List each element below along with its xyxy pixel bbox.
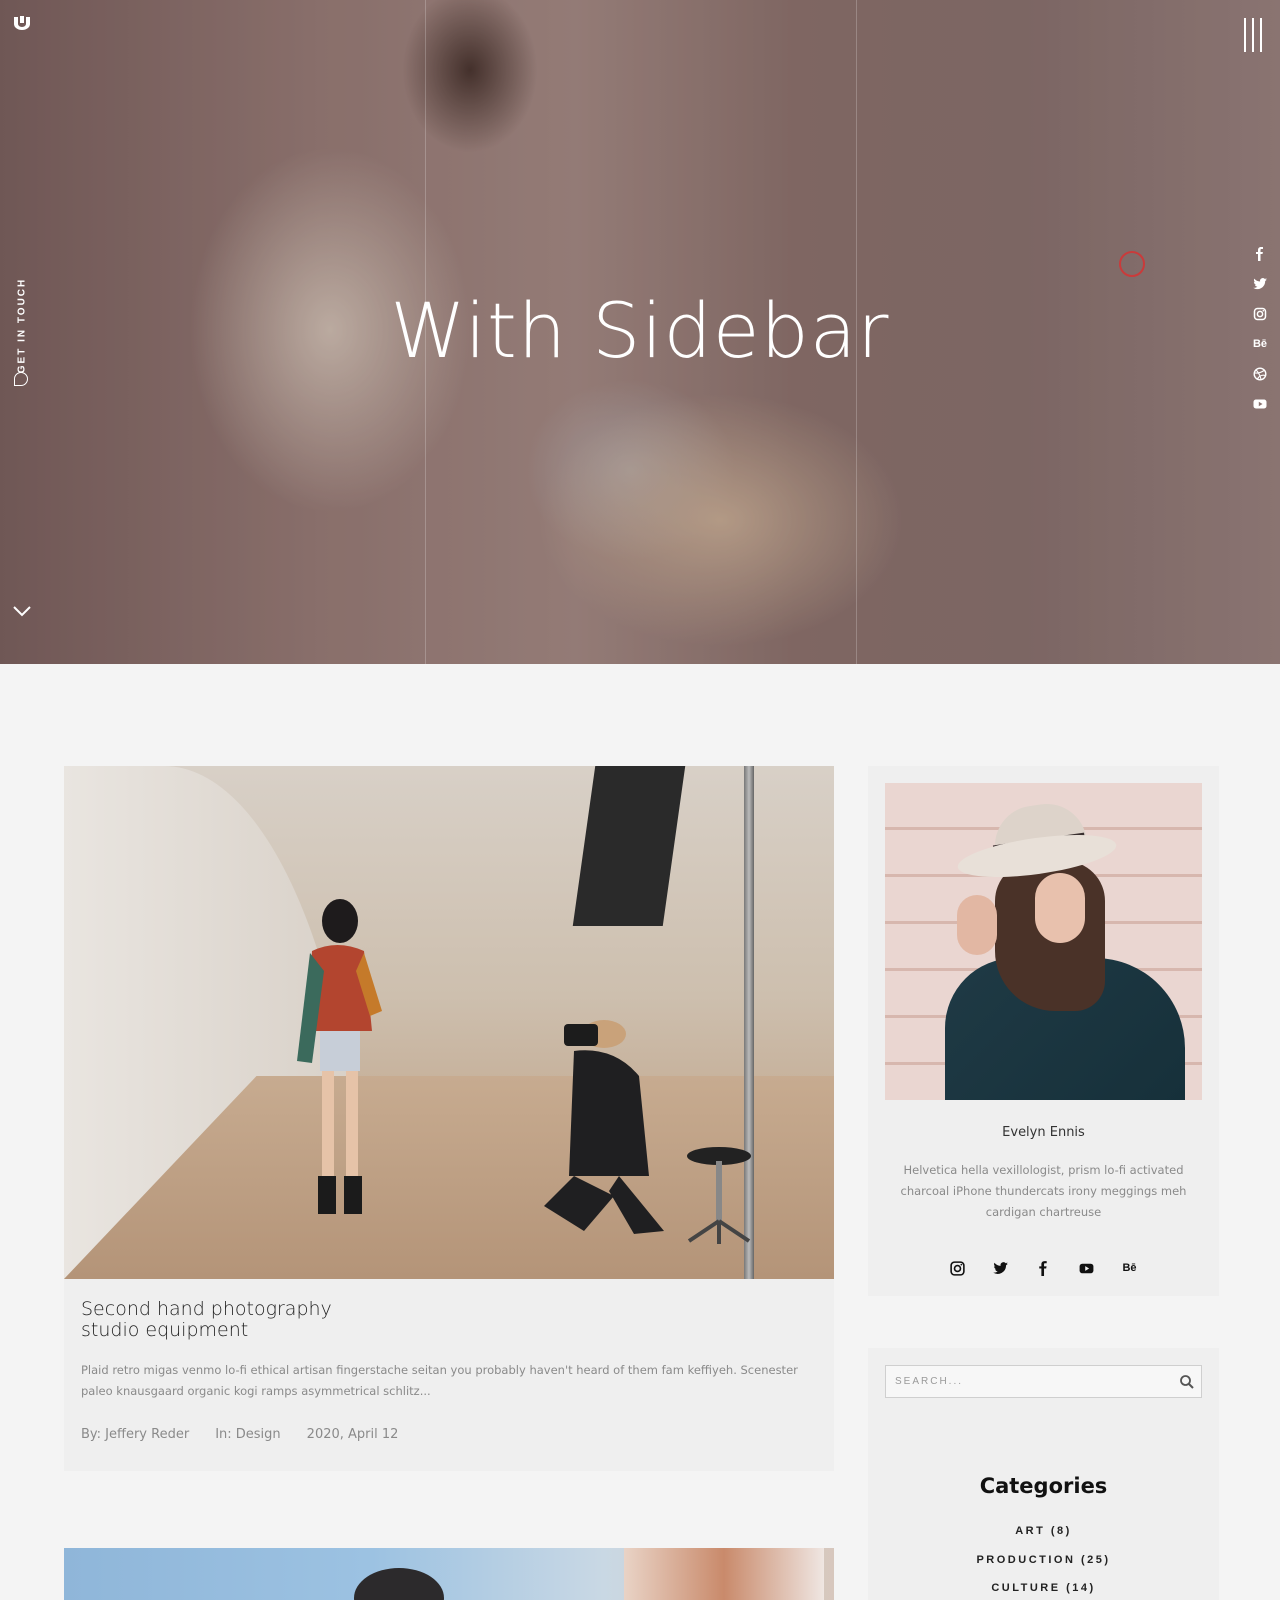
post-featured-image[interactable]: [64, 766, 834, 1279]
categories-title: Categories: [979, 1474, 1108, 1498]
chat-icon: [14, 372, 28, 386]
author-avatar: [885, 783, 1202, 1100]
hero-banner: GET IN TOUCH With Sidebar Bē: [0, 0, 1280, 664]
post-title-line: Second hand photography: [81, 1298, 332, 1320]
social-rail: Bē: [1252, 246, 1268, 426]
post-meta: By: Jeffery Reder In: Design 2020, April…: [81, 1427, 398, 1442]
dribbble-icon[interactable]: [1252, 366, 1268, 382]
search-categories-widget: Categories ART (8) PRODUCTION (25) CULTU…: [868, 1348, 1219, 1600]
cursor-ring: [1119, 251, 1145, 277]
facebook-icon[interactable]: [1035, 1260, 1052, 1277]
menu-bar: [1260, 18, 1262, 52]
next-post-artwork: [624, 1548, 824, 1600]
author-name: Evelyn Ennis: [1002, 1125, 1085, 1140]
author-hand: [957, 895, 997, 955]
get-in-touch-label: GET IN TOUCH: [16, 277, 28, 374]
author-bio: Helvetica hella vexillologist, prism lo-…: [900, 1163, 1187, 1219]
next-post-subject: [354, 1568, 444, 1600]
blog-post-card: Second hand photography studio equipment…: [64, 766, 834, 1471]
post-excerpt: Plaid retro migas venmo lo-fi ethical ar…: [81, 1363, 798, 1398]
menu-bar: [1244, 18, 1246, 52]
instagram-icon[interactable]: [1252, 306, 1268, 322]
youtube-icon[interactable]: [1078, 1260, 1095, 1277]
search-icon[interactable]: [1179, 1374, 1195, 1390]
behance-icon[interactable]: Bē: [1121, 1260, 1138, 1277]
get-in-touch-link[interactable]: GET IN TOUCH: [12, 270, 32, 390]
twitter-icon[interactable]: [992, 1260, 1009, 1277]
behance-icon[interactable]: Bē: [1252, 336, 1268, 352]
search-input[interactable]: [886, 1366, 1166, 1397]
menu-bar: [1252, 18, 1254, 52]
chevron-down-icon[interactable]: [12, 604, 32, 618]
softbox-light: [572, 766, 686, 926]
category-item[interactable]: PRODUCTION (25): [868, 1553, 1219, 1582]
youtube-icon[interactable]: [1252, 396, 1268, 412]
author-social-links: Bē: [868, 1260, 1219, 1277]
twitter-icon[interactable]: [1252, 276, 1268, 292]
author-face: [1035, 873, 1085, 943]
post-author-link[interactable]: By: Jeffery Reder: [81, 1427, 189, 1442]
post-title-line: studio equipment: [81, 1319, 249, 1341]
menu-toggle-button[interactable]: [1244, 18, 1262, 52]
next-post-image[interactable]: [64, 1548, 834, 1600]
category-item[interactable]: ART (8): [868, 1524, 1219, 1553]
page-title: With Sidebar: [390, 286, 890, 375]
instagram-icon[interactable]: [949, 1260, 966, 1277]
photographer-figure: [544, 1020, 664, 1234]
author-widget: Evelyn Ennis Helvetica hella vexillologi…: [868, 766, 1219, 1296]
post-category-link[interactable]: In: Design: [215, 1427, 280, 1442]
model-figure: [297, 899, 382, 1214]
post-date: 2020, April 12: [306, 1427, 399, 1442]
facebook-icon[interactable]: [1252, 246, 1268, 262]
post-title[interactable]: Second hand photography studio equipment: [81, 1299, 461, 1341]
logo-icon[interactable]: [13, 16, 31, 30]
categories-list: ART (8) PRODUCTION (25) CULTURE (14): [868, 1524, 1219, 1600]
search-box: [885, 1365, 1202, 1398]
category-item[interactable]: CULTURE (14): [868, 1581, 1219, 1600]
studio-stool: [687, 1147, 751, 1244]
